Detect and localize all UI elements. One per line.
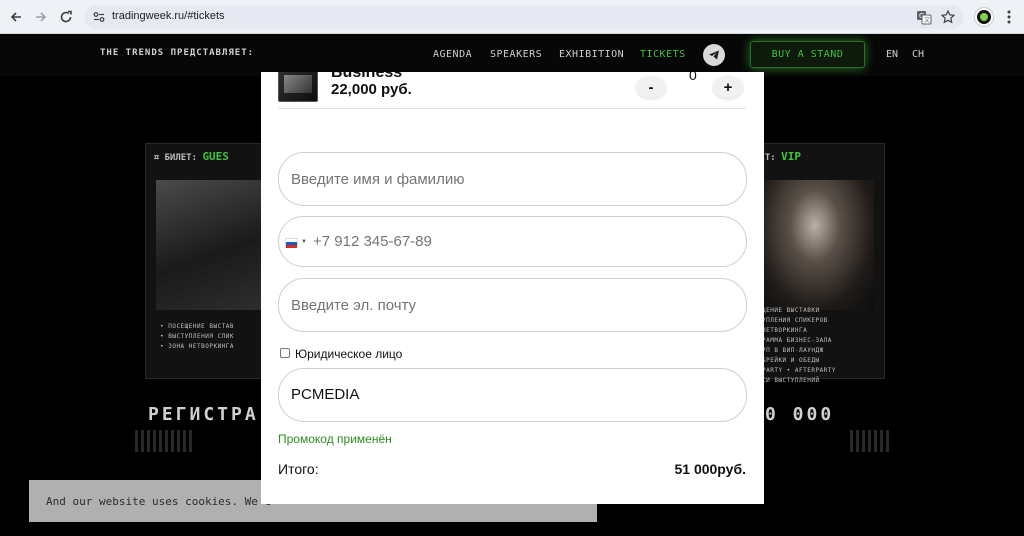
site-settings-icon[interactable]: [92, 10, 106, 24]
email-field[interactable]: Введите эл. почту: [278, 278, 747, 332]
translate-icon[interactable]: G文: [916, 9, 932, 25]
promo-status: Промокод применён: [278, 432, 392, 446]
reload-icon[interactable]: [56, 7, 76, 27]
ticket-card-vip: ЛЕТ: VIP ЩЕНИЕ ВЫСТАВКИ УПЛЕНИЯ СПИКЕРОВ…: [745, 143, 885, 384]
total-label: Итого:: [278, 461, 319, 477]
promo-field[interactable]: PCMEDIA: [278, 368, 747, 422]
feature-item: УПЛЕНИЯ СПИКЕРОВ: [762, 317, 828, 324]
buy-a-stand-button[interactable]: BUY A STAND: [750, 41, 865, 68]
cookie-text: And our website uses cookies. We c: [46, 495, 272, 508]
russia-flag-icon[interactable]: [285, 238, 298, 248]
decor-dots: [850, 430, 890, 452]
forward-icon[interactable]: [31, 7, 51, 27]
product-price: 22,000 руб.: [331, 81, 412, 98]
url-text: tradingweek.ru/#tickets: [112, 10, 225, 22]
product-thumbnail: [278, 72, 318, 102]
card-title: VIP: [781, 150, 801, 163]
scan-icon: ⌗: [154, 153, 160, 163]
svg-text:文: 文: [924, 16, 930, 24]
lang-en[interactable]: EN: [886, 49, 898, 60]
lang-ch[interactable]: CH: [912, 49, 924, 60]
qty-minus-button[interactable]: -: [636, 76, 666, 98]
legal-entity-label[interactable]: Юридическое лицо: [295, 347, 402, 361]
profile-icon[interactable]: [975, 8, 993, 26]
promo-value: PCMEDIA: [291, 386, 360, 403]
nav-speakers[interactable]: SPEAKERS: [490, 49, 542, 60]
feature-item: ЩЕНИЕ ВЫСТАВКИ: [762, 307, 820, 314]
menu-icon[interactable]: [1002, 9, 1016, 25]
card-title: GUES: [202, 150, 229, 163]
qty-plus-button[interactable]: +: [713, 76, 743, 98]
feature-item: УП В ВИП-ЛАУНДЖ: [762, 347, 824, 354]
nav-agenda[interactable]: AGENDA: [433, 49, 472, 60]
card-header: ⌗ БИЛЕТ: GUES: [154, 150, 229, 163]
name-placeholder: Введите имя и фамилию: [291, 171, 465, 188]
register-heading: РЕГИСТРА: [148, 404, 259, 425]
feature-item: СИ ВЫСТУПЛЕНИЙ: [762, 377, 820, 384]
phone-field[interactable]: ▼ +7 912 345-67-89: [278, 216, 747, 267]
feature-item: PARTY • AFTERPARTY: [762, 367, 837, 374]
card-prefix: БИЛЕТ:: [164, 153, 198, 163]
bookmark-star-icon[interactable]: [940, 9, 956, 25]
browser-toolbar: tradingweek.ru/#tickets G文: [0, 0, 1024, 34]
legal-entity-checkbox[interactable]: [280, 348, 290, 358]
card-features: • ПОСЕЩЕНИЕ ВЫСТАВ • ВЫСТУПЛЕНИЯ СПИК • …: [160, 322, 234, 352]
feature-item: • ПОСЕЩЕНИЕ ВЫСТАВ: [160, 323, 235, 330]
telegram-icon[interactable]: [703, 44, 725, 66]
card-features: ЩЕНИЕ ВЫСТАВКИ УПЛЕНИЯ СПИКЕРОВ НЕТВОРКИ…: [762, 306, 836, 386]
name-field[interactable]: Введите имя и фамилию: [278, 152, 747, 206]
address-bar[interactable]: tradingweek.ru/#tickets G文: [84, 5, 964, 29]
feature-item: БРЕЙКИ И ОБЕДЫ: [762, 357, 820, 364]
nav-exhibition[interactable]: EXHIBITION: [559, 49, 624, 60]
site-header: THE TRENDS ПРЕДСТАВЛЯЕТ: AGENDA SPEAKERS…: [0, 34, 1024, 76]
brand-text: THE TRENDS ПРЕДСТАВЛЯЕТ:: [100, 48, 255, 58]
feature-item: • ВЫСТУПЛЕНИЯ СПИК: [160, 333, 235, 340]
email-placeholder: Введите эл. почту: [291, 297, 417, 314]
total-value: 51 000руб.: [674, 461, 746, 477]
nav-tickets[interactable]: TICKETS: [640, 49, 686, 60]
back-icon[interactable]: [6, 7, 26, 27]
feature-item: РАММА БИЗНЕС-ЗАЛА: [762, 337, 832, 344]
price-heading: 0 000: [765, 404, 835, 425]
qty-value: 0: [689, 72, 697, 83]
feature-item: • ЗОНА НЕТВОРКИНГА: [160, 343, 235, 350]
phone-placeholder: +7 912 345-67-89: [313, 233, 432, 250]
divider: [278, 108, 746, 109]
chevron-down-icon[interactable]: ▼: [301, 239, 307, 245]
feature-item: НЕТВОРКИНГА: [762, 327, 808, 334]
bull-image: [156, 180, 274, 310]
decor-dots: [135, 430, 195, 452]
portrait-image: [756, 180, 874, 310]
ticket-modal: Business 22,000 руб. - 0 + Введите имя и…: [261, 72, 764, 504]
